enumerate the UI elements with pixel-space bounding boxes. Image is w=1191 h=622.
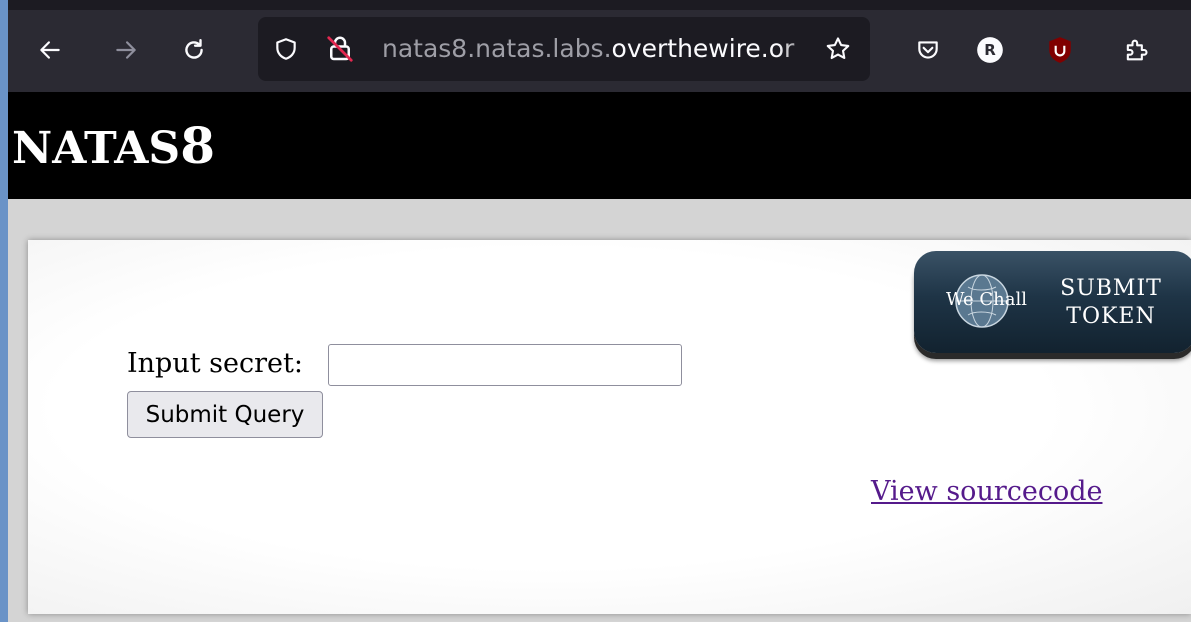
url-bar[interactable]: natas8.natas.labs.overthewire.or [258, 17, 870, 81]
url-prefix: natas8.natas.labs. [382, 34, 612, 63]
tab-strip [8, 0, 1191, 10]
page-title-text: NATAS [12, 123, 181, 174]
url-domain: overthewire.or [611, 34, 795, 63]
submit-token-line2: TOKEN [1066, 304, 1156, 329]
page-title-number: 8 [180, 116, 215, 175]
input-secret-label: Input secret: [127, 348, 303, 379]
tracking-protection-shield-icon[interactable] [266, 29, 306, 69]
extension-r-label: R [984, 41, 996, 59]
desktop-edge [0, 0, 8, 622]
submit-token-line1: SUBMIT [1060, 276, 1162, 301]
reload-icon[interactable] [174, 30, 214, 70]
extensions-puzzle-icon[interactable] [1116, 30, 1156, 70]
extension-r-icon[interactable]: R [970, 30, 1010, 70]
back-arrow-icon[interactable] [30, 30, 70, 70]
page-header: NATAS8 [8, 92, 1191, 199]
url-text[interactable]: natas8.natas.labs.overthewire.or [382, 31, 822, 67]
star-icon[interactable] [818, 29, 858, 69]
browser-toolbar: natas8.natas.labs.overthewire.or R [8, 0, 1191, 92]
ublock-origin-icon[interactable] [1040, 30, 1080, 70]
wechall-submit-token-button[interactable]: We Chall SUBMIT TOKEN [914, 251, 1191, 353]
view-sourcecode-link[interactable]: View sourcecode [871, 476, 1102, 507]
submit-token-label: SUBMIT TOKEN [1048, 275, 1174, 331]
secret-input[interactable] [328, 344, 682, 386]
insecure-lock-icon[interactable] [320, 29, 360, 69]
submit-query-button[interactable]: Submit Query [127, 391, 323, 438]
pocket-icon[interactable] [908, 30, 948, 70]
wechall-brand: We Chall [946, 289, 1028, 310]
page-title: NATAS8 [12, 118, 215, 177]
forward-arrow-icon[interactable] [106, 30, 146, 70]
